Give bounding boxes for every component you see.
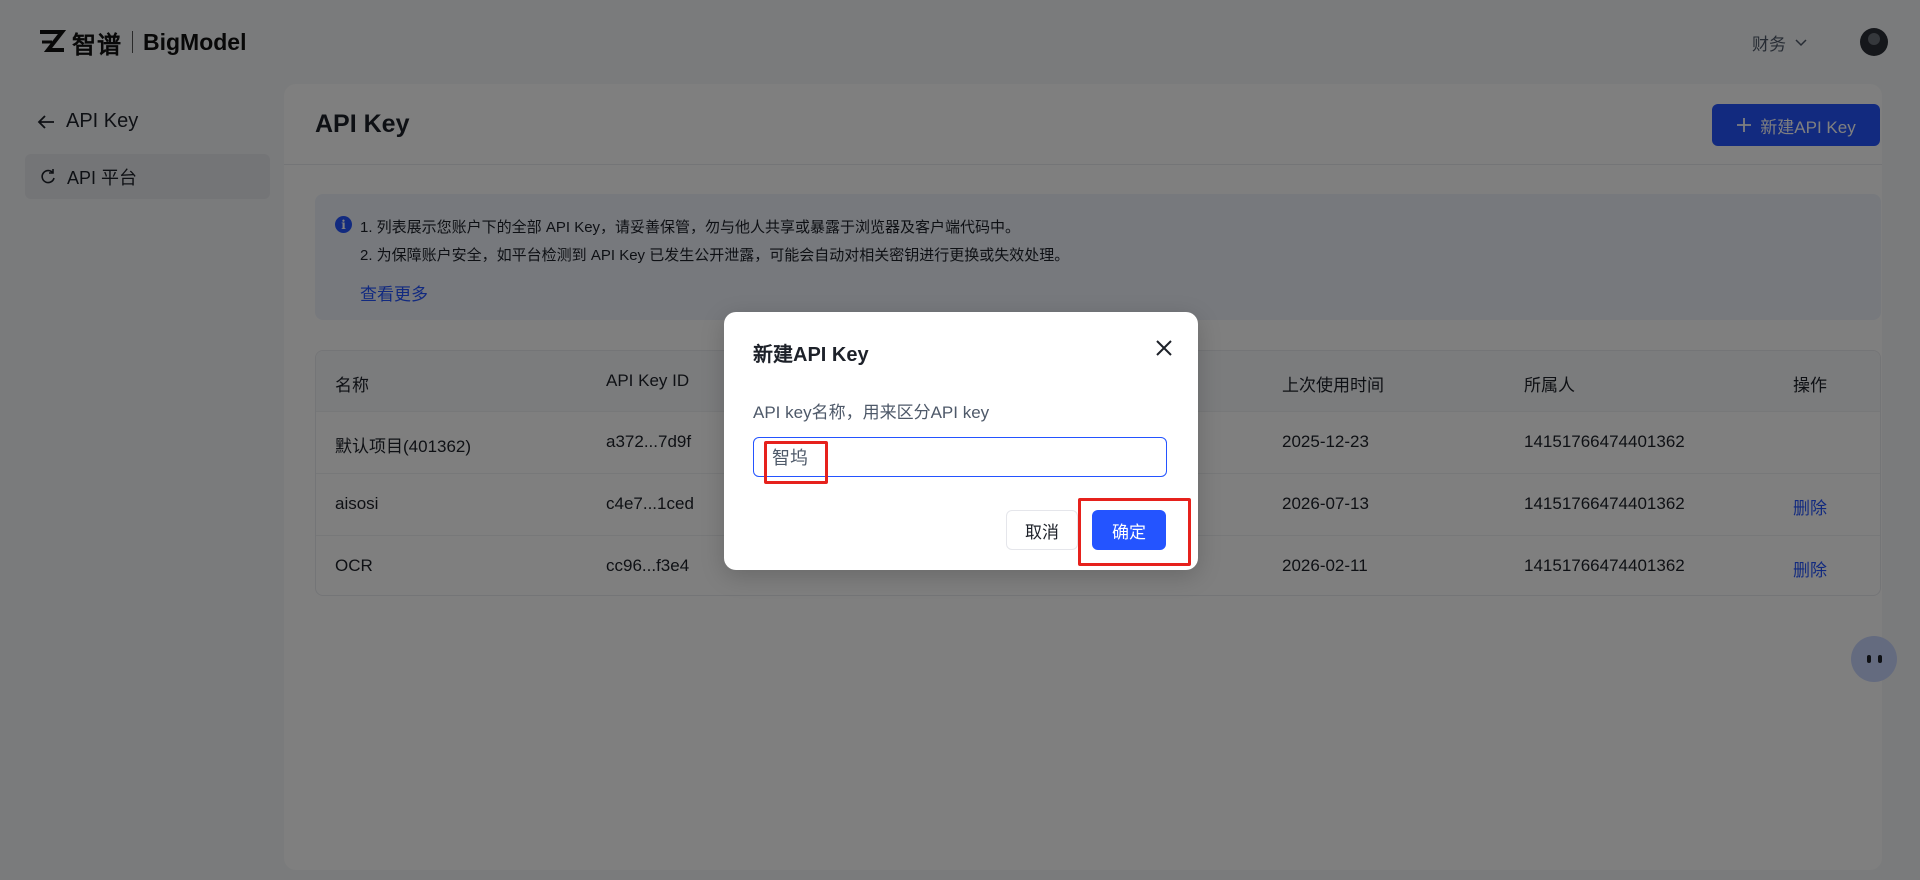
dialog-title: 新建API Key — [753, 344, 869, 366]
dialog-field-label: API key名称，用来区分API key — [753, 403, 990, 422]
highlight-box-confirm — [1078, 498, 1191, 566]
highlight-box-input — [764, 441, 828, 484]
close-icon[interactable] — [1152, 336, 1176, 360]
cancel-button[interactable]: 取消 — [1006, 510, 1078, 550]
